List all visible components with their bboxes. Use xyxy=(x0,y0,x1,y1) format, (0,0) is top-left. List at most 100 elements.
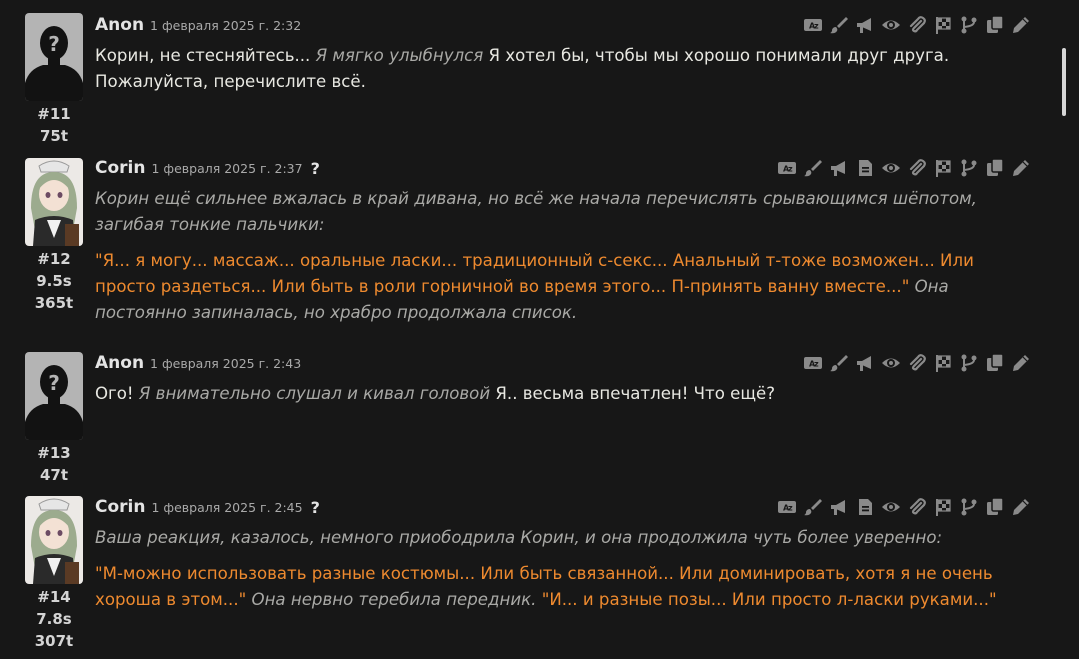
chat-message: ? #11 75t Anon 1 февраля 2025 г. 2:32 Az… xyxy=(0,13,1060,153)
message-id: #12 xyxy=(37,250,71,268)
paperclip-icon[interactable] xyxy=(907,353,927,373)
branch-icon[interactable] xyxy=(959,15,979,35)
message-text: Ваша реакция, казалось, немного приободр… xyxy=(95,525,1030,623)
token-count: 307t xyxy=(34,632,74,650)
paintbrush-icon[interactable] xyxy=(803,497,823,517)
pencil-icon[interactable] xyxy=(1011,15,1031,35)
message-id: #14 xyxy=(37,588,71,606)
message-sidebar: #12 9.5s 365t xyxy=(25,158,83,314)
message-paragraph: Корин ещё сильнее вжалась в край дивана,… xyxy=(95,186,1030,238)
translate-icon[interactable]: Az xyxy=(777,158,797,178)
sender-name: Corin xyxy=(95,158,146,178)
message-header: Anon 1 февраля 2025 г. 2:32 xyxy=(95,13,301,37)
dialogue-quote: "И... и разные позы... Или просто л-ласк… xyxy=(541,590,997,609)
sender-name: Anon xyxy=(95,353,145,373)
flag-checkered-icon[interactable] xyxy=(933,158,953,178)
flag-checkered-icon[interactable] xyxy=(933,353,953,373)
bullhorn-icon[interactable] xyxy=(855,353,875,373)
translate-icon[interactable]: Az xyxy=(803,15,823,35)
user-avatar[interactable]: ? xyxy=(25,352,83,440)
copy-icon[interactable] xyxy=(985,158,1005,178)
pencil-icon[interactable] xyxy=(1011,353,1031,373)
message-text: Ого! Я внимательно слушал и кивал голово… xyxy=(95,381,1030,417)
narration-text: Я мягко улыбнулся xyxy=(315,46,484,65)
token-count: 75t xyxy=(39,127,69,145)
character-avatar[interactable] xyxy=(25,496,83,584)
pencil-icon[interactable] xyxy=(1011,158,1031,178)
chat-message: #14 7.8s 307t Corin 1 февраля 2025 г. 2:… xyxy=(0,495,1060,659)
paperclip-icon[interactable] xyxy=(907,158,927,178)
user-avatar[interactable]: ? xyxy=(25,13,83,101)
eye-icon[interactable] xyxy=(881,497,901,517)
generation-time: 7.8s xyxy=(36,610,72,628)
svg-text:?: ? xyxy=(48,32,60,56)
message-header: Corin 1 февраля 2025 г. 2:37 ? xyxy=(95,156,320,180)
message-sidebar: ? #11 75t xyxy=(25,13,83,147)
chat-log: ? #11 75t Anon 1 февраля 2025 г. 2:32 Az… xyxy=(0,0,1079,659)
message-paragraph: "Я... я могу... массаж... оральные ласки… xyxy=(95,248,1030,326)
paintbrush-icon[interactable] xyxy=(803,158,823,178)
message-id: #11 xyxy=(37,105,71,123)
timestamp: 1 февраля 2025 г. 2:37 xyxy=(151,160,303,176)
message-paragraph: Корин, не стесняйтесь... Я мягко улыбнул… xyxy=(95,43,1030,95)
branch-icon[interactable] xyxy=(959,353,979,373)
message-text: Корин, не стесняйтесь... Я мягко улыбнул… xyxy=(95,43,1030,105)
paperclip-icon[interactable] xyxy=(907,497,927,517)
svg-text:z: z xyxy=(814,22,819,31)
timestamp: 1 февраля 2025 г. 2:45 xyxy=(151,499,303,515)
dialogue-quote: "Я... я могу... массаж... оральные ласки… xyxy=(95,251,974,296)
translate-icon[interactable]: Az xyxy=(777,497,797,517)
narration-text: Ваша реакция, казалось, немного приободр… xyxy=(95,528,943,547)
svg-text:z: z xyxy=(788,165,793,174)
character-avatar[interactable] xyxy=(25,158,83,246)
eye-icon[interactable] xyxy=(881,15,901,35)
bullhorn-icon[interactable] xyxy=(855,15,875,35)
generation-time: 9.5s xyxy=(36,272,72,290)
eye-icon[interactable] xyxy=(881,353,901,373)
chat-message: ? #13 47t Anon 1 февраля 2025 г. 2:43 Az… xyxy=(0,351,1060,491)
message-sidebar: #14 7.8s 307t xyxy=(25,496,83,652)
svg-text:z: z xyxy=(814,360,819,369)
timestamp: 1 февраля 2025 г. 2:43 xyxy=(150,355,302,371)
paintbrush-icon[interactable] xyxy=(829,353,849,373)
svg-text:?: ? xyxy=(48,371,60,395)
message-sidebar: ? #13 47t xyxy=(25,352,83,486)
paperclip-icon[interactable] xyxy=(907,15,927,35)
eye-icon[interactable] xyxy=(881,158,901,178)
copy-icon[interactable] xyxy=(985,497,1005,517)
pencil-icon[interactable] xyxy=(1011,497,1031,517)
help-icon[interactable]: ? xyxy=(311,159,320,178)
message-run: Корин, не стесняйтесь... xyxy=(95,46,316,65)
message-paragraph: "М-можно использовать разные костюмы... … xyxy=(95,561,1030,613)
flag-checkered-icon[interactable] xyxy=(933,497,953,517)
message-id: #13 xyxy=(37,444,71,462)
timestamp: 1 февраля 2025 г. 2:32 xyxy=(150,17,302,33)
bullhorn-icon[interactable] xyxy=(829,497,849,517)
copy-icon[interactable] xyxy=(985,15,1005,35)
scrollbar-thumb[interactable] xyxy=(1062,48,1066,116)
bullhorn-icon[interactable] xyxy=(829,158,849,178)
translate-icon[interactable]: Az xyxy=(803,353,823,373)
svg-text:z: z xyxy=(788,504,793,513)
narration-text: Она нервно теребила передник. xyxy=(246,590,542,609)
narration-text: Я внимательно слушал и кивал головой xyxy=(138,384,491,403)
help-icon[interactable]: ? xyxy=(311,498,320,517)
file-lines-icon[interactable] xyxy=(855,158,875,178)
message-run: Ого! xyxy=(95,384,139,403)
copy-icon[interactable] xyxy=(985,353,1005,373)
message-header: Anon 1 февраля 2025 г. 2:43 xyxy=(95,351,301,375)
branch-icon[interactable] xyxy=(959,158,979,178)
file-lines-icon[interactable] xyxy=(855,497,875,517)
message-paragraph: Ваша реакция, казалось, немного приободр… xyxy=(95,525,1030,551)
sender-name: Anon xyxy=(95,15,145,35)
paintbrush-icon[interactable] xyxy=(829,15,849,35)
message-text: Корин ещё сильнее вжалась в край дивана,… xyxy=(95,186,1030,336)
token-count: 47t xyxy=(39,466,69,484)
narration-text: Корин ещё сильнее вжалась в край дивана,… xyxy=(95,189,977,234)
flag-checkered-icon[interactable] xyxy=(933,15,953,35)
token-count: 365t xyxy=(34,294,74,312)
branch-icon[interactable] xyxy=(959,497,979,517)
chat-message: #12 9.5s 365t Corin 1 февраля 2025 г. 2:… xyxy=(0,156,1060,346)
message-run: Я.. весьма впечатлен! Что ещё? xyxy=(490,384,775,403)
message-header: Corin 1 февраля 2025 г. 2:45 ? xyxy=(95,495,320,519)
